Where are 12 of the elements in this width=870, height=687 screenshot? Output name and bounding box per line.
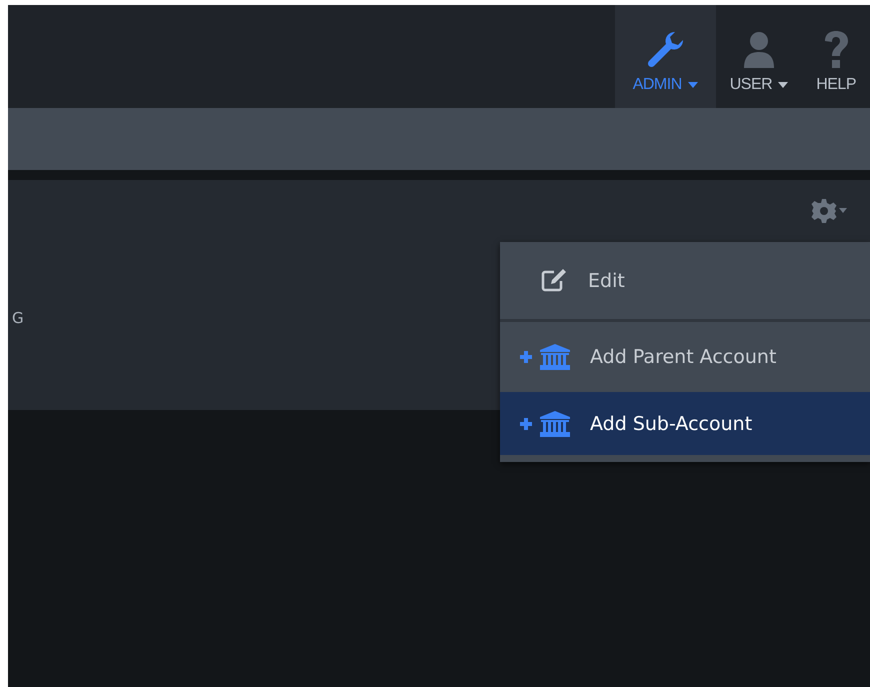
menu-item[interactable]: Add Parent Account xyxy=(500,322,870,392)
nav-menu-button[interactable]: ADMIN xyxy=(614,5,716,108)
user-icon xyxy=(742,30,776,70)
nav-menu-button[interactable]: HELP xyxy=(802,5,870,108)
menu-item[interactable]: Edit xyxy=(500,242,870,322)
menu-item[interactable]: Add Sub-Account xyxy=(500,392,870,455)
panel-text: G xyxy=(12,309,24,327)
add-bank-icon xyxy=(518,343,572,371)
wrench-icon xyxy=(645,30,686,70)
nav-menu-button[interactable]: USER xyxy=(716,5,802,108)
add-bank-icon xyxy=(518,410,572,438)
help-icon xyxy=(822,30,850,70)
